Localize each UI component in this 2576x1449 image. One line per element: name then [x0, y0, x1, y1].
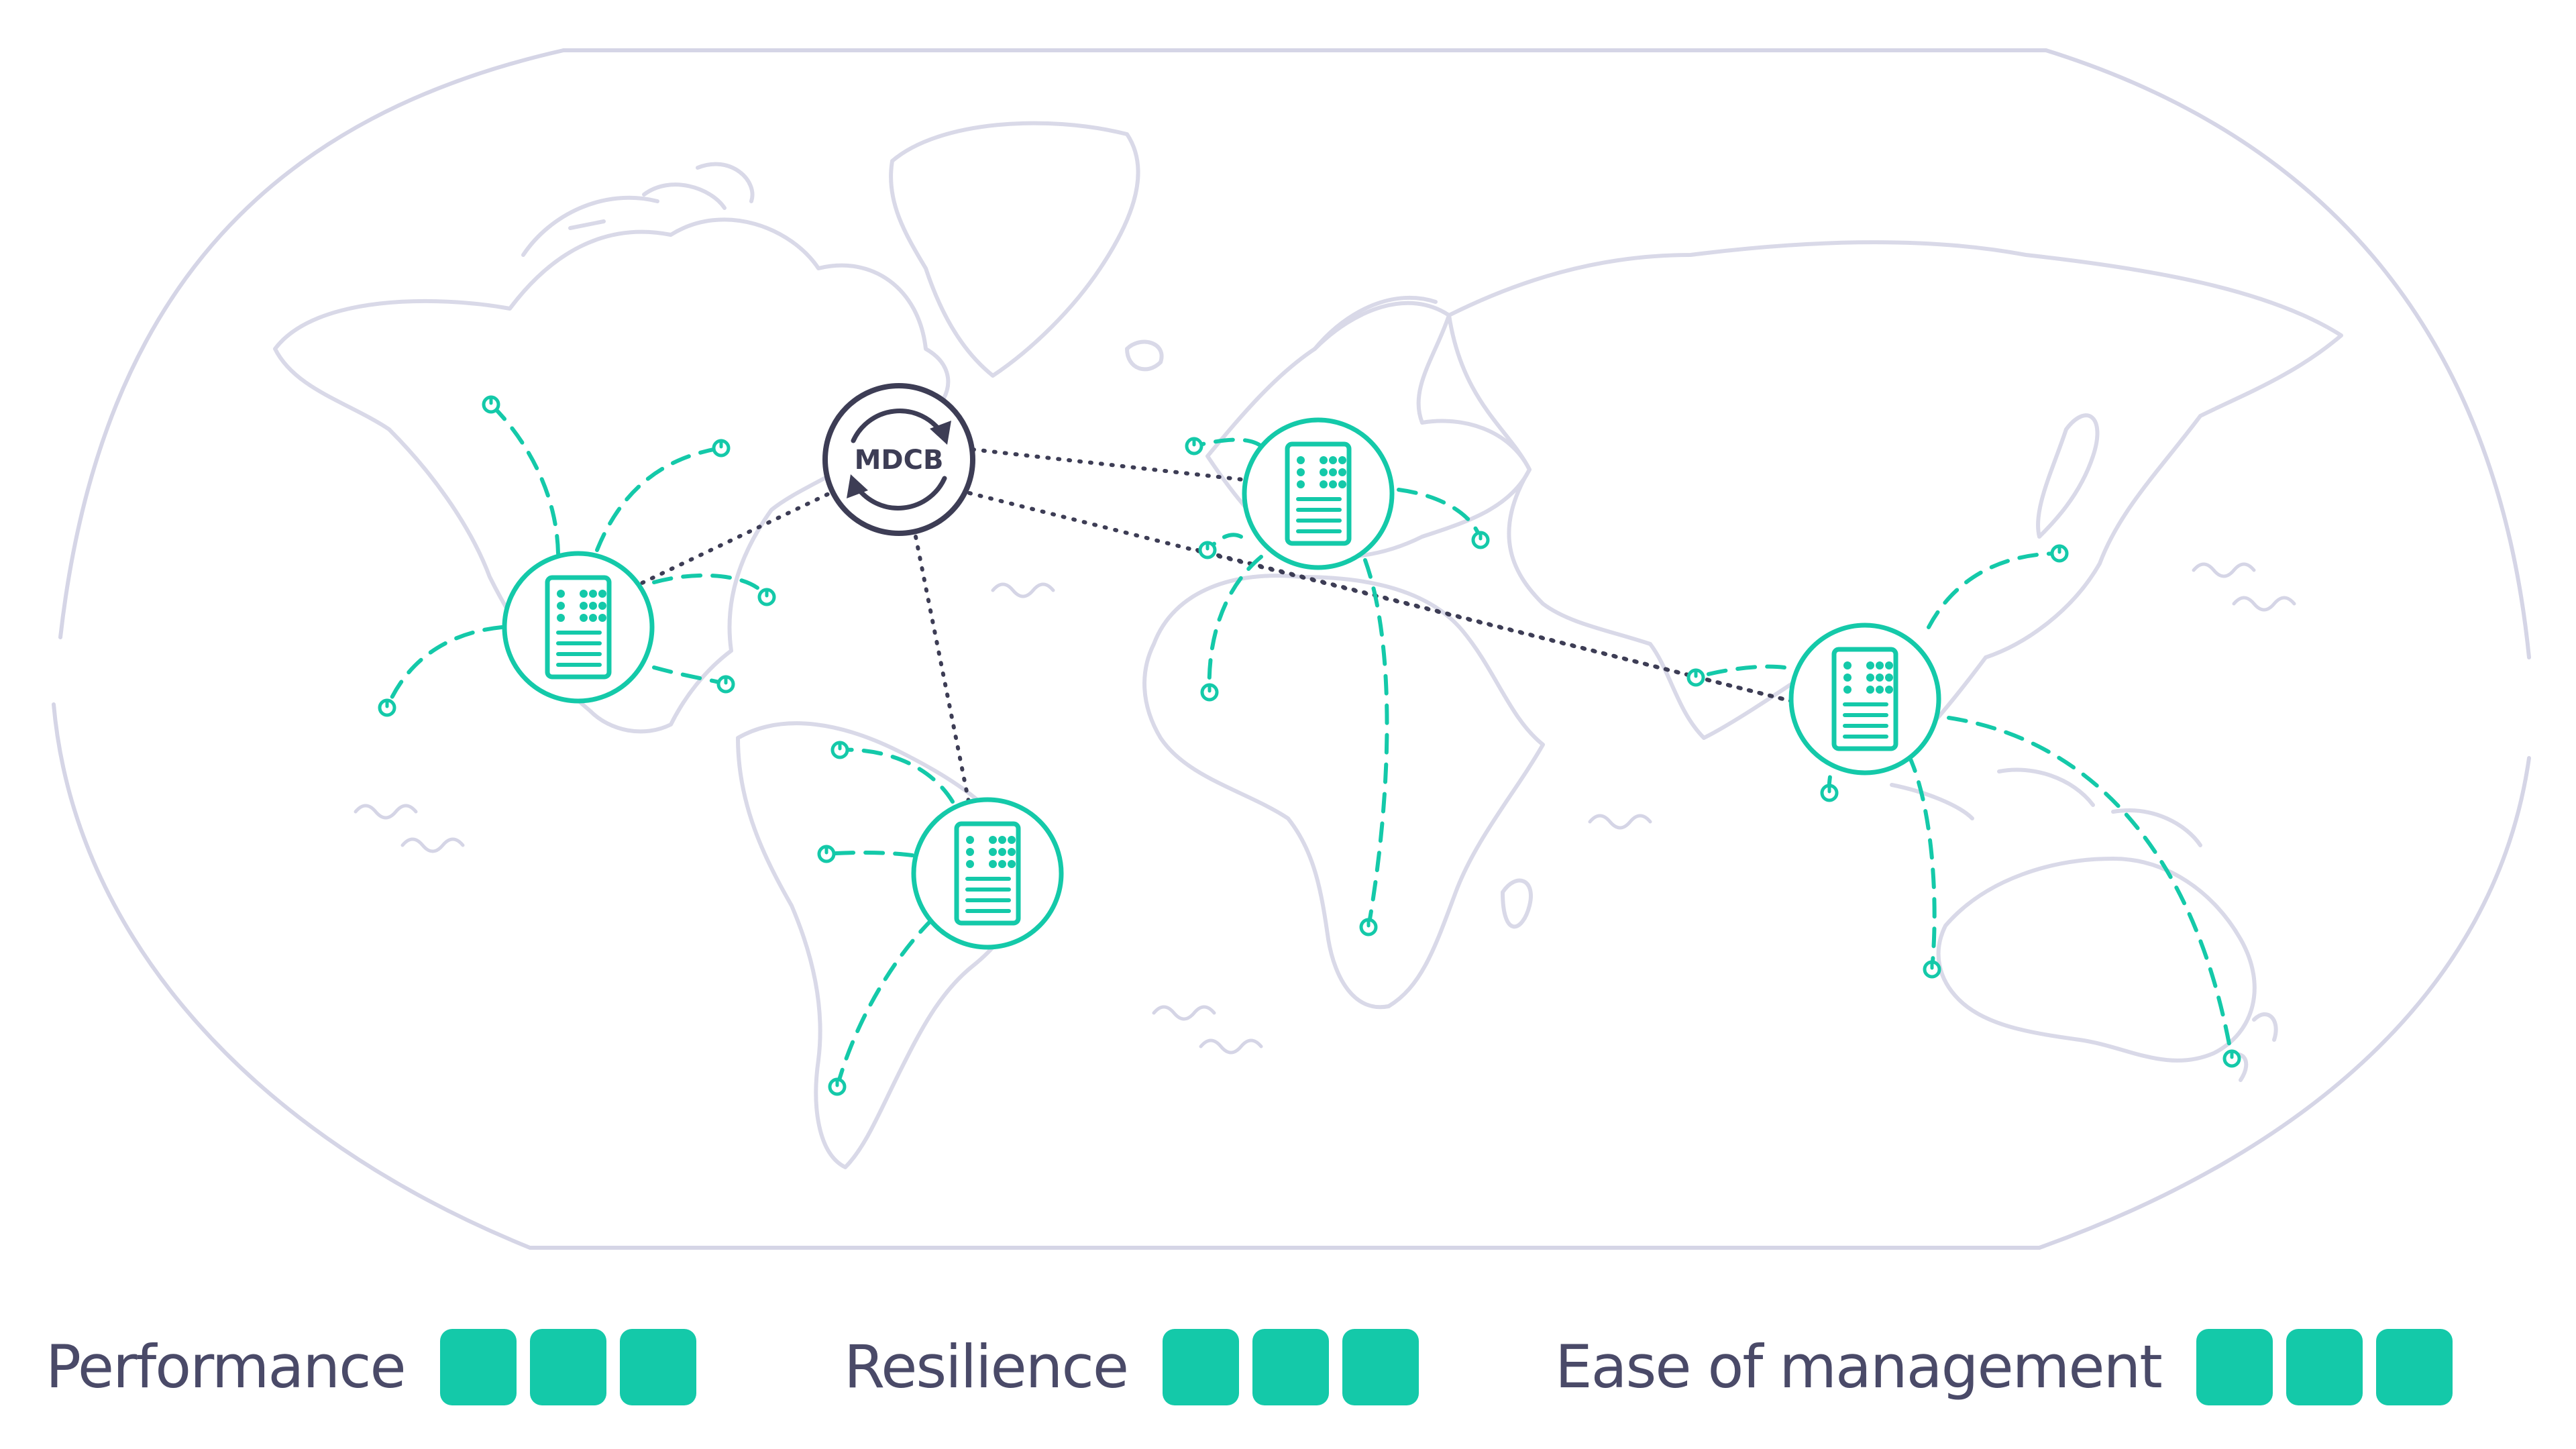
power-endpoint-icon: [378, 698, 396, 717]
southeast-asia-islands-outline: [1890, 767, 2202, 847]
power-endpoint-icon: [1923, 960, 1941, 979]
rating-block: [2196, 1328, 2273, 1405]
hub-link-europe: [971, 447, 1263, 484]
world-map-diagram: MDCB: [52, 48, 2531, 1250]
metric-ease-of-management: Ease of management: [1555, 1325, 2453, 1409]
power-endpoint-icon: [1185, 437, 1203, 455]
metrics-legend: Performance Resilience Ease of managemen…: [0, 1325, 2576, 1409]
canadian-islands-outline: [521, 162, 755, 257]
africa-outline: [1142, 574, 1545, 1010]
power-endpoint-icon: [1820, 784, 1839, 802]
hub-links: [639, 447, 1793, 807]
japan-outline: [2036, 413, 2100, 539]
power-endpoint-icon: [482, 395, 500, 414]
new-zealand-outline: [2225, 1012, 2278, 1082]
power-endpoint-icon: [1198, 541, 1217, 559]
rating-block: [1252, 1328, 1329, 1405]
power-endpoint-icon: [1200, 683, 1219, 702]
rating-block: [619, 1328, 696, 1405]
rating-blocks: [2196, 1328, 2453, 1405]
rating-blocks: [439, 1328, 696, 1405]
hub-label: MDCB: [855, 445, 944, 476]
rating-block: [2286, 1328, 2363, 1405]
power-endpoint-icon: [757, 588, 776, 606]
metric-performance: Performance: [46, 1325, 696, 1409]
power-endpoint-icon: [2050, 544, 2069, 563]
power-endpoint-icon: [716, 675, 735, 694]
metric-resilience: Resilience: [844, 1325, 1419, 1409]
rating-block: [1342, 1328, 1419, 1405]
data-center-asia: [1788, 623, 1941, 775]
power-endpoint-icon: [1359, 918, 1378, 936]
rating-block: [439, 1328, 517, 1405]
data-center-europe: [1242, 417, 1395, 570]
power-endpoint-icon: [1686, 668, 1705, 687]
metric-label: Performance: [46, 1332, 407, 1401]
power-endpoint-icon: [712, 439, 731, 458]
power-endpoint-icon: [830, 741, 849, 759]
metric-label: Resilience: [844, 1332, 1129, 1401]
power-endpoint-icon: [2222, 1049, 2241, 1068]
rating-blocks: [1162, 1328, 1419, 1405]
madagascar-outline: [1501, 878, 1533, 929]
mdcb-hub: MDCB: [822, 383, 975, 536]
power-endpoint-icon: [1471, 531, 1490, 549]
greenland-outline: [889, 121, 1140, 378]
rating-block: [529, 1328, 606, 1405]
map-frame: [52, 48, 2531, 1250]
scandinavia-outline: [1125, 295, 1438, 372]
power-endpoint-icon: [828, 1077, 847, 1096]
rating-block: [2375, 1328, 2453, 1405]
power-endpoint-icon: [817, 845, 836, 863]
metric-label: Ease of management: [1555, 1332, 2163, 1401]
data-center-south-america: [911, 797, 1064, 950]
rating-block: [1162, 1328, 1239, 1405]
data-center-north-america: [502, 551, 655, 704]
